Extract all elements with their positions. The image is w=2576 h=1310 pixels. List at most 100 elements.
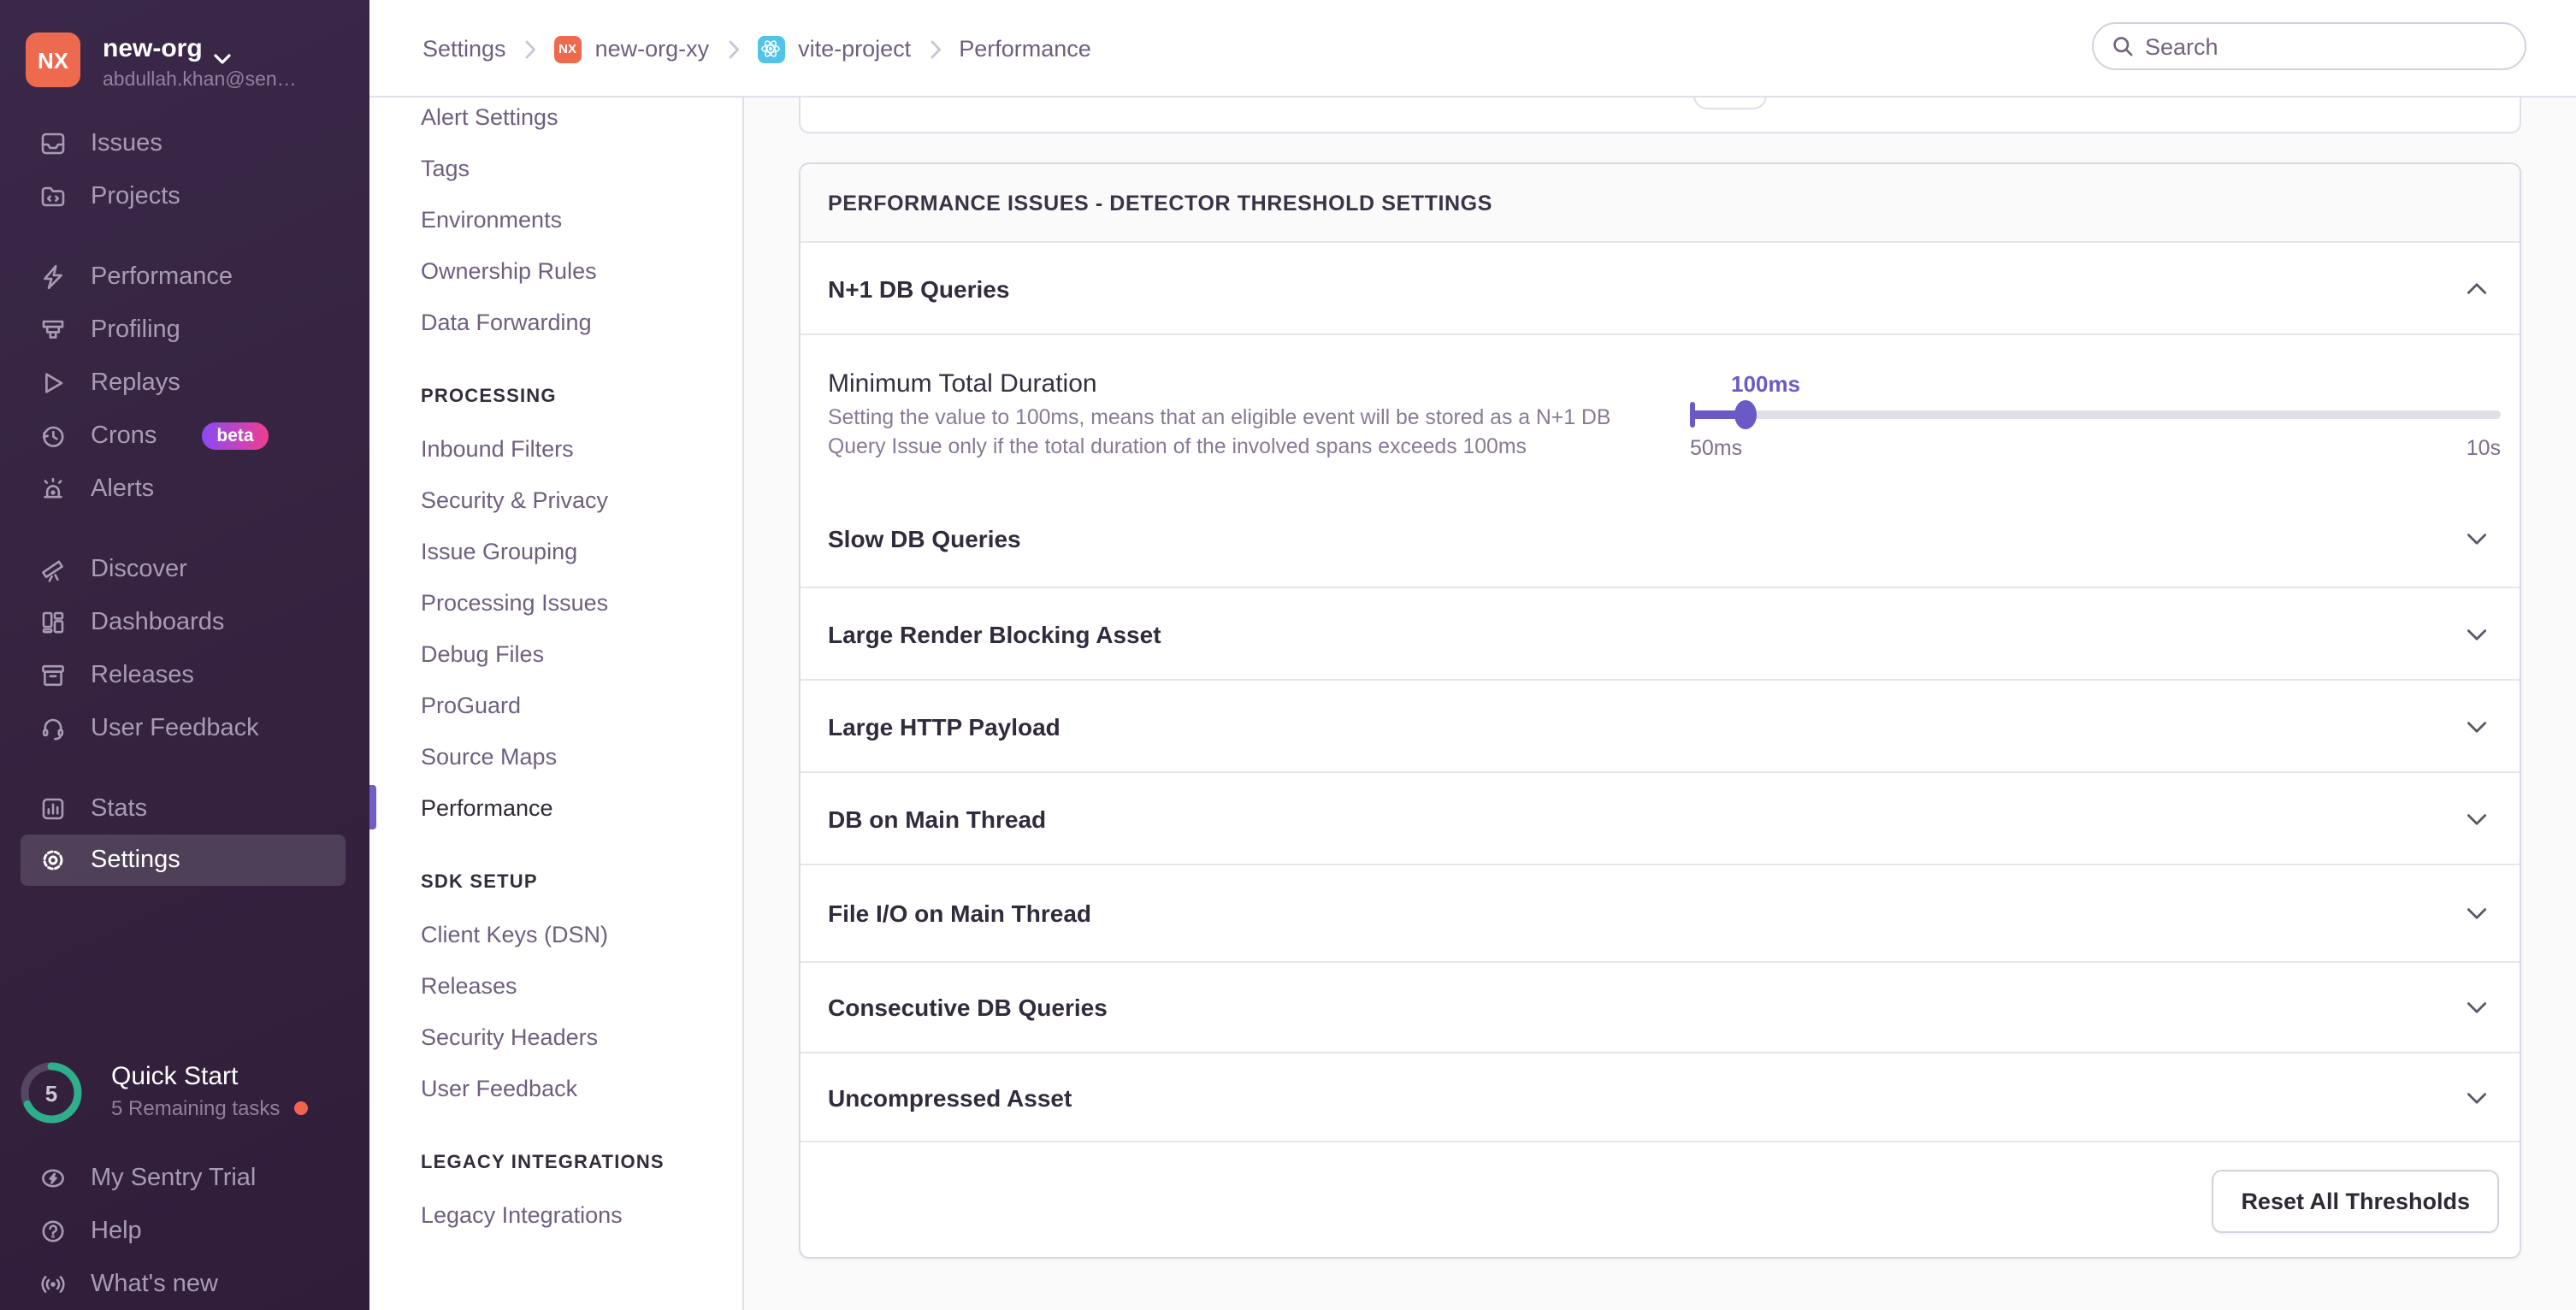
quick-start-count: 5: [19, 1060, 84, 1125]
sidebar-item-whats-new[interactable]: What's new: [0, 1257, 369, 1310]
slider-track[interactable]: [1690, 410, 2501, 419]
main-content: PERFORMANCE ISSUES - DETECTOR THRESHOLD …: [744, 97, 2576, 1310]
quick-start-title: Quick Start: [111, 1062, 307, 1091]
trial-bolt-icon: [39, 1164, 67, 1191]
dashboards-icon: [39, 608, 67, 635]
detector-row-slow-db-queries[interactable]: Slow DB Queries: [801, 491, 2520, 587]
sidebar-item-trial[interactable]: My Sentry Trial: [0, 1151, 369, 1204]
settings-nav-performance[interactable]: Performance: [369, 782, 742, 833]
search-input[interactable]: [2145, 33, 2525, 59]
reset-all-thresholds-button[interactable]: Reset All Thresholds: [2212, 1170, 2499, 1233]
org-switcher[interactable]: NX new-org abdullah.khan@sen…: [26, 32, 297, 91]
setting-title: Minimum Total Duration: [828, 369, 1097, 398]
top-bar: Settings NX new-org-xy vite-project: [369, 0, 2576, 97]
settings-nav-tags[interactable]: Tags: [369, 142, 742, 193]
settings-nav-processing-issues[interactable]: Processing Issues: [369, 576, 742, 628]
quick-start-progress-ring: 5: [19, 1060, 84, 1125]
org-avatar: NX: [26, 32, 80, 87]
sidebar-item-dashboards[interactable]: Dashboards: [0, 595, 369, 648]
detector-row-large-render-blocking-asset[interactable]: Large Render Blocking Asset: [801, 587, 2520, 679]
sidebar-item-profiling[interactable]: Profiling: [0, 303, 369, 356]
sidebar-item-label: Discover: [91, 555, 187, 582]
org-name-row: new-org: [103, 34, 297, 63]
sidebar-item-crons[interactable]: Crons beta: [0, 409, 369, 462]
chevron-down-icon: [2465, 995, 2489, 1019]
breadcrumb-settings[interactable]: Settings: [422, 36, 506, 62]
settings-nav-legacy-integrations[interactable]: Legacy Integrations: [369, 1189, 742, 1240]
settings-nav-source-maps[interactable]: Source Maps: [369, 730, 742, 782]
quick-start[interactable]: 5 Quick Start 5 Remaining tasks: [19, 1060, 307, 1125]
sidebar-item-label: What's new: [91, 1270, 218, 1297]
setting-description: Setting the value to 100ms, means that a…: [828, 404, 1610, 462]
sidebar-item-label: Help: [91, 1217, 142, 1244]
settings-nav-issue-grouping[interactable]: Issue Grouping: [369, 525, 742, 576]
settings-nav-environments[interactable]: Environments: [369, 193, 742, 245]
settings-nav-header-processing: PROCESSING: [369, 371, 742, 422]
sidebar-item-label: Crons: [91, 422, 157, 449]
breadcrumb-org[interactable]: NX new-org-xy: [554, 35, 710, 62]
sidebar-item-issues[interactable]: Issues: [0, 116, 369, 169]
sidebar-item-user-feedback[interactable]: User Feedback: [0, 701, 369, 754]
primary-sidebar: NX new-org abdullah.khan@sen… Issues Pro…: [0, 0, 369, 1310]
headset-icon: [39, 714, 67, 741]
sidebar-item-label: Settings: [91, 847, 180, 874]
scrolled-card-partial: [799, 97, 2521, 133]
sidebar-item-label: Projects: [91, 182, 180, 209]
settings-nav-proguard[interactable]: ProGuard: [369, 679, 742, 730]
detector-row-uncompressed-asset[interactable]: Uncompressed Asset: [801, 1052, 2520, 1141]
chevron-up-icon: [2465, 276, 2489, 300]
slider-max-label: 10s: [2467, 436, 2501, 460]
question-circle-icon: [39, 1217, 67, 1244]
settings-nav-data-forwarding[interactable]: Data Forwarding: [369, 296, 742, 347]
settings-nav-releases[interactable]: Releases: [369, 959, 742, 1011]
slider-start-tick: [1690, 402, 1695, 428]
sidebar-item-help[interactable]: Help: [0, 1204, 369, 1257]
slider-thumb[interactable]: [1734, 400, 1757, 429]
sidebar-item-projects[interactable]: Projects: [0, 169, 369, 222]
settings-nav-user-feedback[interactable]: User Feedback: [369, 1062, 742, 1113]
issues-icon: [39, 129, 67, 156]
sidebar-item-alerts[interactable]: Alerts: [0, 462, 369, 515]
sidebar-item-discover[interactable]: Discover: [0, 542, 369, 595]
quick-start-subtitle: 5 Remaining tasks: [111, 1096, 280, 1120]
sidebar-item-performance[interactable]: Performance: [0, 250, 369, 303]
breadcrumb-project[interactable]: vite-project: [757, 35, 911, 62]
toggle-notch: [1693, 96, 1767, 109]
chevron-right-icon: [928, 38, 942, 59]
sentry-settings-page: NX new-org abdullah.khan@sen… Issues Pro…: [0, 0, 2576, 1310]
sidebar-item-label: Stats: [91, 794, 147, 822]
chevron-down-icon: [2465, 622, 2489, 646]
broadcast-icon: [39, 1270, 67, 1297]
detector-row-db-on-main-thread[interactable]: DB on Main Thread: [801, 771, 2520, 864]
settings-nav-client-keys[interactable]: Client Keys (DSN): [369, 908, 742, 959]
sidebar-item-label: Profiling: [91, 316, 180, 343]
profiling-icon: [39, 316, 67, 343]
breadcrumb-performance[interactable]: Performance: [959, 36, 1091, 62]
detector-threshold-panel: PERFORMANCE ISSUES - DETECTOR THRESHOLD …: [799, 162, 2521, 1259]
duration-slider: 100ms 50ms 10s: [1690, 335, 2501, 493]
detector-row-file-io-on-main-thread[interactable]: File I/O on Main Thread: [801, 864, 2520, 961]
settings-nav-security-privacy[interactable]: Security & Privacy: [369, 474, 742, 525]
sidebar-item-label: Replays: [91, 369, 180, 396]
detector-row-n1-db-queries[interactable]: N+1 DB Queries: [801, 243, 2520, 333]
search-box[interactable]: [2092, 22, 2526, 70]
settings-nav-security-headers[interactable]: Security Headers: [369, 1011, 742, 1062]
settings-nav-alert-settings[interactable]: Alert Settings: [369, 91, 742, 142]
detector-row-consecutive-db-queries[interactable]: Consecutive DB Queries: [801, 961, 2520, 1052]
sidebar-item-label: My Sentry Trial: [91, 1164, 256, 1191]
breadcrumb: Settings NX new-org-xy vite-project: [422, 0, 1091, 97]
chevron-down-icon: [2465, 1085, 2489, 1109]
gear-icon: [39, 847, 67, 874]
slider-value-label: 100ms: [1731, 371, 1800, 397]
detector-row-large-http-payload[interactable]: Large HTTP Payload: [801, 679, 2520, 771]
settings-nav-debug-files[interactable]: Debug Files: [369, 628, 742, 679]
sidebar-item-settings[interactable]: Settings: [21, 835, 346, 886]
sidebar-item-releases[interactable]: Releases: [0, 648, 369, 701]
settings-nav-inbound-filters[interactable]: Inbound Filters: [369, 422, 742, 474]
settings-nav-ownership-rules[interactable]: Ownership Rules: [369, 245, 742, 296]
panel-title: PERFORMANCE ISSUES - DETECTOR THRESHOLD …: [801, 164, 2520, 243]
sidebar-item-replays[interactable]: Replays: [0, 356, 369, 409]
sidebar-item-label: User Feedback: [91, 714, 259, 741]
sidebar-item-stats[interactable]: Stats: [0, 782, 369, 835]
sidebar-group-observe: Performance Profiling Replays Crons beta…: [0, 250, 369, 515]
